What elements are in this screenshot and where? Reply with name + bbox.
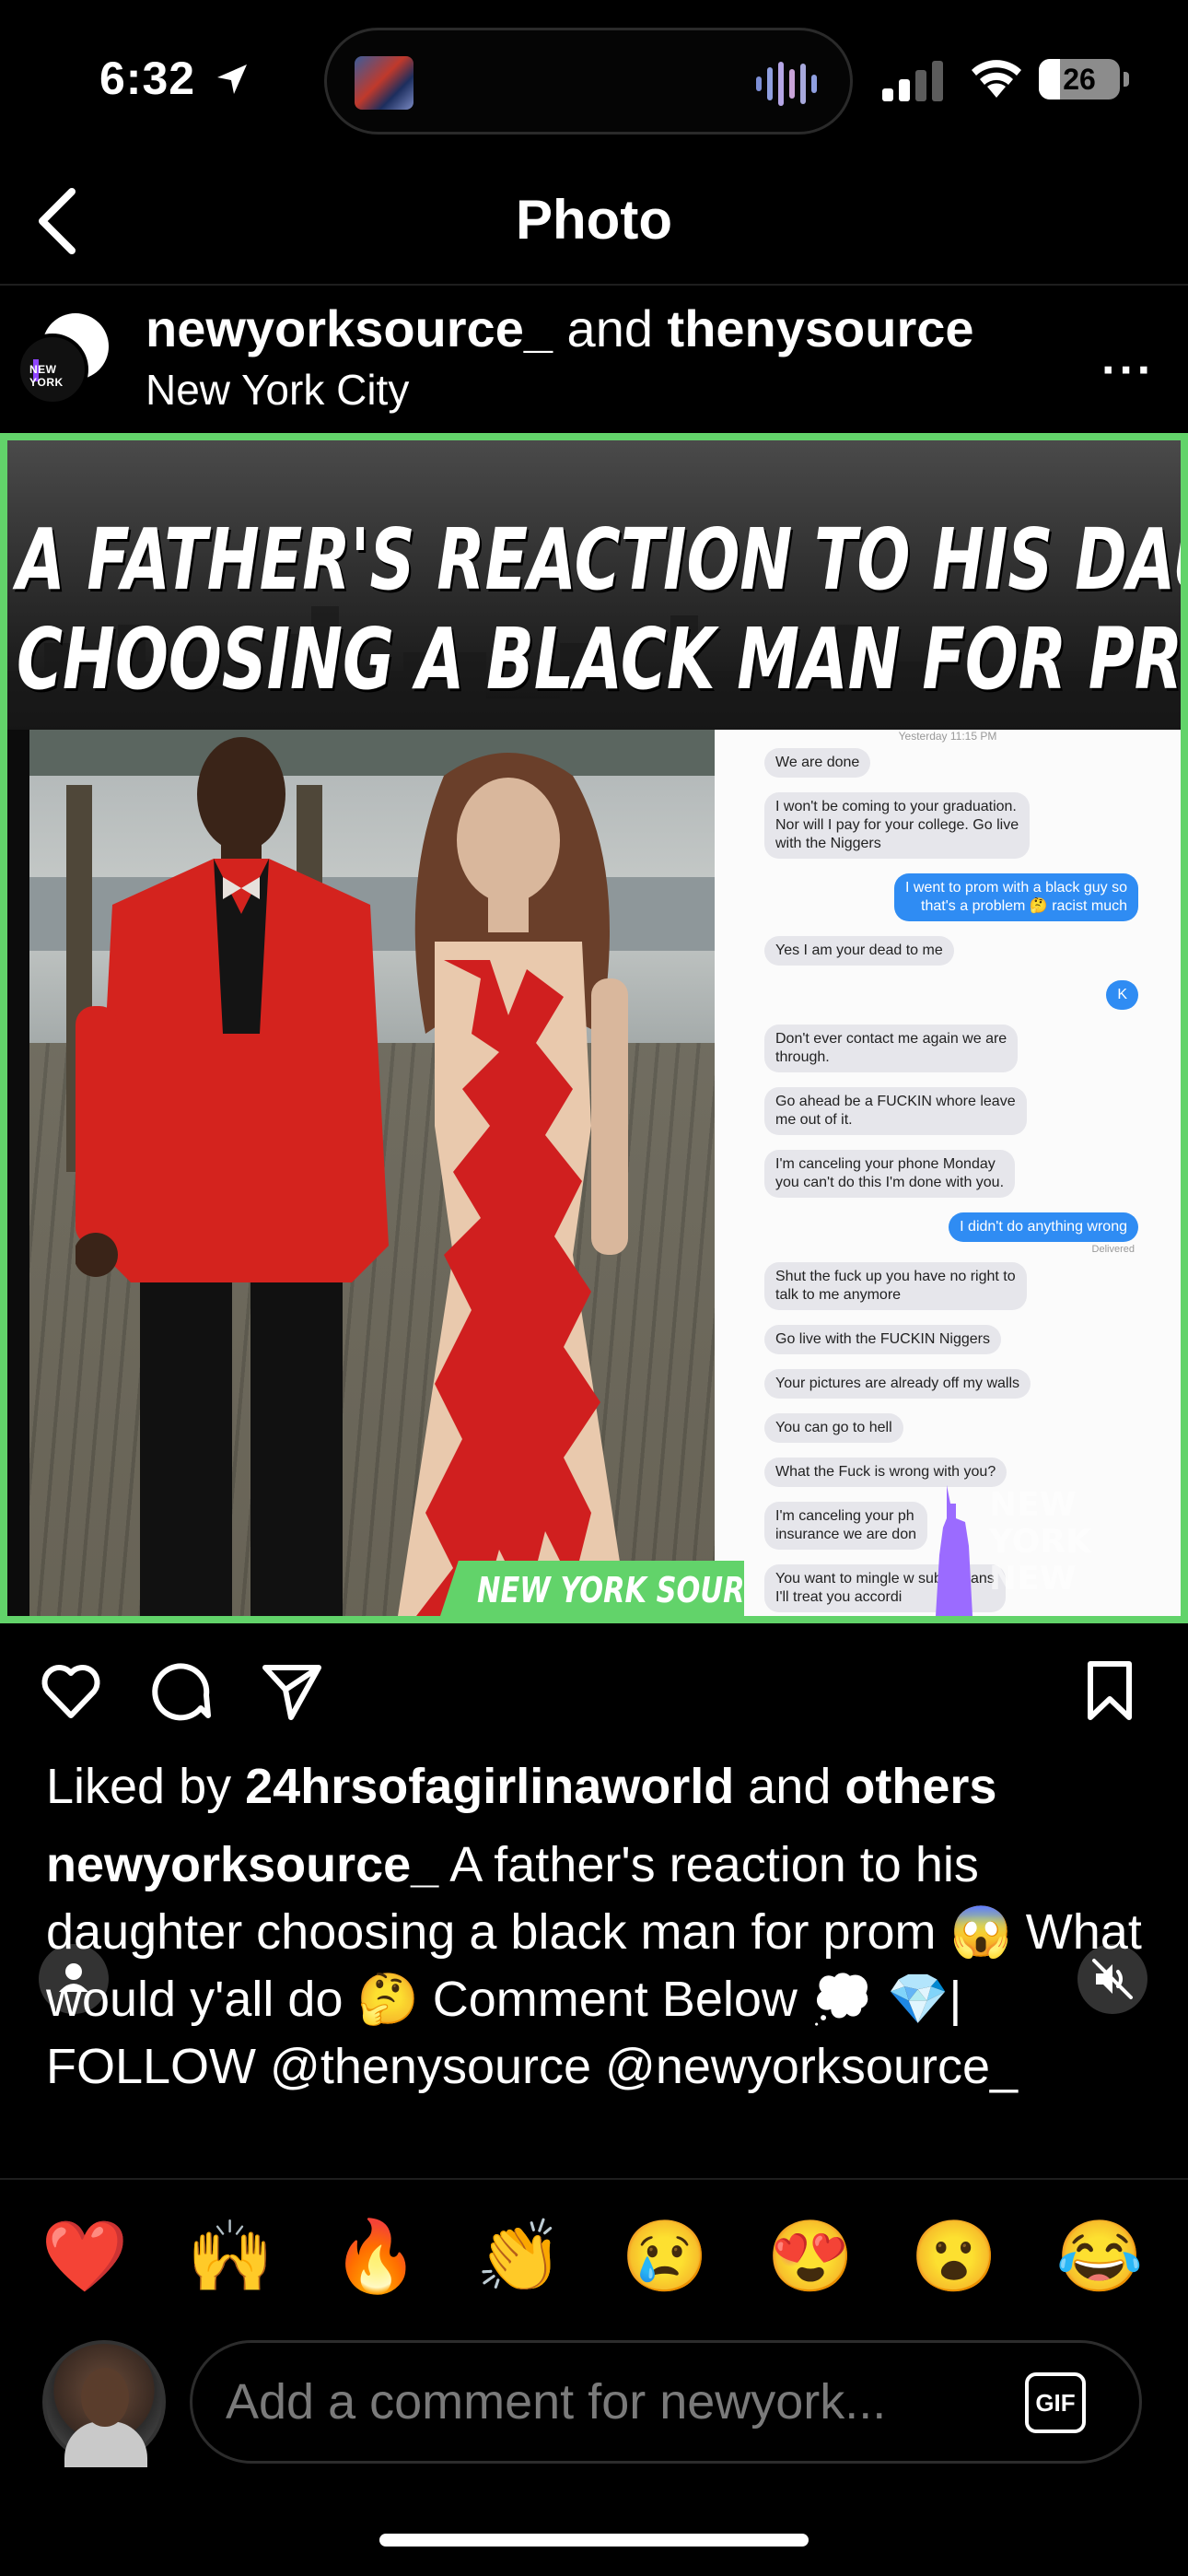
author-secondary-link[interactable]: thenysource: [668, 299, 974, 357]
comment-input[interactable]: [226, 2343, 981, 2461]
headline-text: A FATHER'S REACTION TO HIS DAUGHTER CHOO…: [17, 510, 1181, 709]
battery-nub: [1124, 72, 1129, 87]
text-message-bubble: We are done: [764, 748, 871, 778]
home-indicator[interactable]: [379, 2534, 809, 2547]
text-message-bubble: Don't ever contact me again we are throu…: [764, 1025, 1019, 1072]
text-message-bubble: You can go to hell: [764, 1413, 903, 1443]
reaction-crying[interactable]: 😢: [619, 2211, 711, 2303]
text-message-bubble: I'm canceling your ph insurance we are d…: [764, 1502, 927, 1550]
post-actions: [0, 1623, 1188, 1752]
headline-line-1: A FATHER'S REACTION TO HIS DAUGHTER: [17, 510, 1181, 609]
delivered-label: Delivered: [1091, 1244, 1135, 1255]
nav-header: Photo: [0, 157, 1188, 286]
author-joiner: and: [552, 299, 668, 357]
text-message-bubble: Your pictures are already off my walls: [764, 1369, 1031, 1399]
post-header: NEW YORK newyorksource_ and thenysource …: [0, 287, 1188, 435]
status-bar: 6:32 26: [0, 0, 1188, 157]
reaction-heart[interactable]: ❤️: [39, 2211, 131, 2303]
man-in-red-suit: [76, 737, 389, 1616]
text-message-bubble: I won't be coming to your graduation. No…: [764, 792, 1031, 859]
page-title: Photo: [516, 189, 672, 251]
liked-by-others[interactable]: others: [844, 1759, 996, 1814]
liked-by-user[interactable]: 24hrsofagirlinaworld: [245, 1759, 734, 1814]
reaction-fire[interactable]: 🔥: [330, 2211, 422, 2303]
thread-timestamp: Yesterday 11:15 PM: [898, 730, 997, 743]
text-message-bubble: I'm canceling your phone Monday you can'…: [764, 1150, 1016, 1198]
dynamic-island[interactable]: [324, 28, 853, 135]
text-message-bubble: Go ahead be a FUCKIN whore leave me out …: [764, 1087, 1027, 1135]
caption-username[interactable]: newyorksource_: [46, 1837, 438, 1892]
reaction-raised-hands[interactable]: 🙌: [184, 2211, 276, 2303]
watermark-text: NEW YORK NEW: [989, 1487, 1181, 1598]
status-time: 6:32: [99, 53, 196, 104]
location-arrow-icon: [217, 64, 247, 94]
post-image[interactable]: A FATHER'S REACTION TO HIS DAUGHTER CHOO…: [0, 433, 1188, 2014]
audio-waveform-icon: [756, 62, 817, 106]
text-message-bubble: I went to prom with a black guy so that'…: [894, 873, 1138, 921]
reaction-clap[interactable]: 👏: [473, 2211, 565, 2303]
battery-indicator: 26: [1039, 59, 1120, 100]
post-caption[interactable]: newyorksource_ A father's reaction to hi…: [46, 1832, 1151, 2172]
more-options-icon[interactable]: ···: [1101, 343, 1155, 398]
text-message-bubble: Shut the fuck up you have no right to ta…: [764, 1262, 1027, 1310]
author-primary-link[interactable]: newyorksource_: [146, 299, 553, 357]
text-message-bubble: Yes I am your dead to me: [764, 936, 954, 966]
share-send-icon[interactable]: [260, 1658, 324, 1723]
watermark-line-1: NEW YORK: [989, 1486, 1092, 1561]
post-location-link[interactable]: New York City: [146, 365, 409, 415]
battery-percent: 26: [1063, 63, 1096, 96]
brand-tag-text: NEW YORK SOURCE: [477, 1570, 785, 1610]
text-message-bubble: Go live with the FUCKIN Niggers: [764, 1325, 1001, 1354]
comment-box[interactable]: GIF: [190, 2340, 1142, 2464]
gif-button[interactable]: GIF: [1025, 2372, 1086, 2433]
divider: [0, 2178, 1188, 2180]
prom-photo: [29, 730, 715, 1616]
now-playing-thumbnail[interactable]: [355, 56, 413, 110]
woman-in-red-dress: [398, 753, 628, 1616]
collab-avatar-primary[interactable]: NEW YORK: [17, 334, 88, 405]
current-user-avatar[interactable]: [42, 2340, 166, 2467]
liked-joiner: and: [734, 1759, 845, 1814]
brand-tag: NEW YORK SOURCE: [440, 1561, 744, 1616]
post-image-content: A FATHER'S REACTION TO HIS DAUGHTER CHOO…: [7, 440, 1181, 1616]
avatar-logo-text: NEW YORK: [29, 363, 64, 389]
reaction-laughing[interactable]: 😂: [1054, 2211, 1146, 2303]
like-heart-icon[interactable]: [39, 1658, 103, 1723]
watermark-line-2: NEW: [989, 1560, 1077, 1598]
reaction-heart-eyes[interactable]: 😍: [764, 2211, 856, 2303]
headline-line-2: CHOOSING A BLACK MAN FOR PROM: [17, 610, 1181, 708]
text-message-bubble: I didn't do anything wrong: [949, 1212, 1138, 1242]
wifi-icon: [972, 60, 1021, 98]
post-authors: newyorksource_ and thenysource: [146, 299, 974, 358]
text-message-bubble: K: [1106, 980, 1138, 1010]
statue-of-liberty-logo: [936, 1485, 973, 1616]
cellular-signal-icon: [882, 61, 943, 101]
bookmark-save-icon[interactable]: [1077, 1658, 1142, 1723]
avatar-head: [81, 2368, 129, 2427]
comment-bubble-icon[interactable]: [149, 1658, 214, 1723]
liked-prefix: Liked by: [46, 1759, 246, 1814]
avatar-body: [64, 2421, 147, 2467]
quick-reaction-row: ❤️ 🙌 🔥 👏 😢 😍 😮 😂: [0, 2211, 1188, 2303]
liked-by[interactable]: Liked by 24hrsofagirlinaworld and others: [46, 1758, 996, 1815]
reaction-surprised[interactable]: 😮: [908, 2211, 1000, 2303]
